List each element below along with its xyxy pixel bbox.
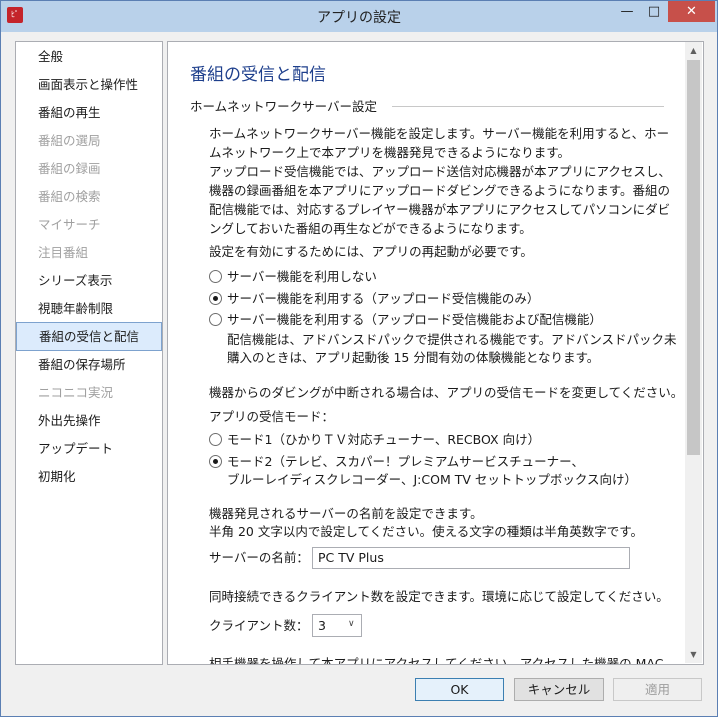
radio-button[interactable] bbox=[209, 292, 222, 305]
chevron-down-icon: ∨ bbox=[348, 619, 355, 629]
nav-item-niconico: ニコニコ実況 bbox=[38, 385, 114, 400]
nav-item-storage[interactable]: 番組の保存場所 bbox=[16, 351, 162, 379]
mode-2-label-cont: ブルーレイディスクレコーダー、J:COM TV セットトップボックス向け） bbox=[227, 472, 638, 487]
nav-item-search: 番組の検索 bbox=[38, 189, 101, 204]
description-line: ングしておいた番組の再生などができるようになります。 bbox=[209, 221, 532, 236]
description-line: 配信機能では、対応するプレイヤー機器が本アプリにアクセスしてパソコンにダビ bbox=[209, 202, 671, 217]
section-title: ホームネットワークサーバー設定 bbox=[190, 99, 378, 114]
server-name-input[interactable]: PC TV Plus bbox=[312, 547, 630, 569]
nav-item-update[interactable]: アップデート bbox=[16, 435, 162, 463]
maximize-icon: □ bbox=[647, 4, 661, 19]
nav-item-channel-select: 番組の選局 bbox=[38, 133, 101, 148]
description-line: ホームネットワークサーバー機能を設定します。サーバー機能を利用すると、ホー bbox=[209, 126, 670, 141]
minimize-icon: — bbox=[620, 4, 634, 19]
scroll-down-icon[interactable]: ▼ bbox=[685, 646, 702, 663]
nav-item-my-search: マイサーチ bbox=[38, 217, 101, 232]
title-bar[interactable]: ﾋﾟ アプリの設定 — □ ✕ bbox=[1, 1, 717, 32]
close-button[interactable]: ✕ bbox=[668, 1, 715, 22]
settings-window: ﾋﾟ アプリの設定 — □ ✕ 全般 画面表示と操作性 番組の再生 番組の選局 … bbox=[0, 0, 718, 717]
scrollbar-thumb[interactable] bbox=[687, 60, 700, 455]
radio-button[interactable] bbox=[209, 455, 222, 468]
clients-select-value: 3 bbox=[318, 618, 326, 633]
radio-button[interactable] bbox=[209, 270, 222, 283]
nav-item-age-limit[interactable]: 視聴年齢制限 bbox=[16, 295, 162, 323]
ok-button[interactable]: OK bbox=[415, 678, 504, 701]
scroll-up-icon[interactable]: ▲ bbox=[685, 42, 702, 59]
section-divider bbox=[392, 106, 664, 107]
close-icon: ✕ bbox=[686, 4, 697, 19]
name-desc-line: 半角 20 文字以内で設定してください。使える文字の種類は半角英数字です。 bbox=[209, 524, 643, 539]
nav-item-playback[interactable]: 番組の再生 bbox=[16, 99, 162, 127]
advanced-note-line: 配信機能は、アドバンスドパックで提供される機能です。アドバンスドパック未 bbox=[227, 332, 677, 347]
nav-item-reset[interactable]: 初期化 bbox=[16, 463, 162, 491]
description-line: ムネットワーク上で本アプリを機器発見できるようになります。 bbox=[209, 145, 571, 160]
server-name-label: サーバーの名前： bbox=[209, 550, 309, 565]
name-desc-line: 機器発見されるサーバーの名前を設定できます。 bbox=[209, 506, 483, 521]
nav-item-featured: 注目番組 bbox=[38, 245, 89, 260]
nav-item-receive-distribute[interactable]: 番組の受信と配信 bbox=[16, 322, 162, 351]
clients-label: クライアント数： bbox=[209, 618, 309, 633]
window-title: アプリの設定 bbox=[317, 10, 401, 26]
minimize-button[interactable]: — bbox=[614, 1, 640, 22]
cutoff-text: 相手機器を操作して本アプリにアクセスしてください。アクセスした機器の MAC bbox=[209, 656, 664, 665]
dubbing-note: 機器からのダビングが中断される場合は、アプリの受信モードを変更してください。 bbox=[209, 385, 684, 400]
maximize-button[interactable]: □ bbox=[641, 1, 667, 22]
clients-desc: 同時接続できるクライアント数を設定できます。環境に応じて設定してください。 bbox=[209, 589, 669, 604]
radio-label: モード2（テレビ、スカパー！プレミアムサービスチューナー、 bbox=[227, 454, 584, 469]
settings-nav: 全般 画面表示と操作性 番組の再生 番組の選局 番組の録画 番組の検索 マイサー… bbox=[15, 41, 163, 665]
nav-item-remote[interactable]: 外出先操作 bbox=[16, 407, 162, 435]
nav-item-general[interactable]: 全般 bbox=[16, 43, 162, 71]
description-line: アップロード受信機能では、アップロード送信対応機器が本アプリにアクセスし、 bbox=[209, 164, 671, 179]
radio-button[interactable] bbox=[209, 433, 222, 446]
radio-button[interactable] bbox=[209, 313, 222, 326]
nav-item-recording: 番組の録画 bbox=[38, 161, 101, 176]
cancel-button[interactable]: キャンセル bbox=[514, 678, 604, 701]
page-title: 番組の受信と配信 bbox=[190, 65, 326, 85]
apply-button: 適用 bbox=[613, 678, 702, 701]
radio-label: サーバー機能を利用しない bbox=[227, 269, 377, 284]
nav-item-series[interactable]: シリーズ表示 bbox=[16, 267, 162, 295]
receive-mode-label: アプリの受信モード： bbox=[209, 409, 335, 424]
radio-label: サーバー機能を利用する（アップロード受信機能のみ） bbox=[227, 291, 540, 306]
settings-content: 番組の受信と配信 ホームネットワークサーバー設定 ホームネットワークサーバー機能… bbox=[167, 41, 704, 665]
radio-label: サーバー機能を利用する（アップロード受信機能および配信機能） bbox=[227, 312, 602, 327]
radio-label: モード1（ひかりＴＶ対応チューナー、RECBOX 向け） bbox=[227, 432, 541, 447]
restart-note: 設定を有効にするためには、アプリの再起動が必要です。 bbox=[209, 244, 533, 259]
description-line: 機器の録画番組を本アプリにアップロードダビングできるようになります。番組の bbox=[209, 183, 671, 198]
nav-item-display[interactable]: 画面表示と操作性 bbox=[16, 71, 162, 99]
content-scrollbar[interactable]: ▲ ▼ bbox=[685, 42, 702, 663]
clients-select[interactable]: 3 ∨ bbox=[312, 614, 362, 637]
advanced-note-line: 購入のときは、アプリ起動後 15 分間有効の体験機能となります。 bbox=[227, 350, 600, 365]
